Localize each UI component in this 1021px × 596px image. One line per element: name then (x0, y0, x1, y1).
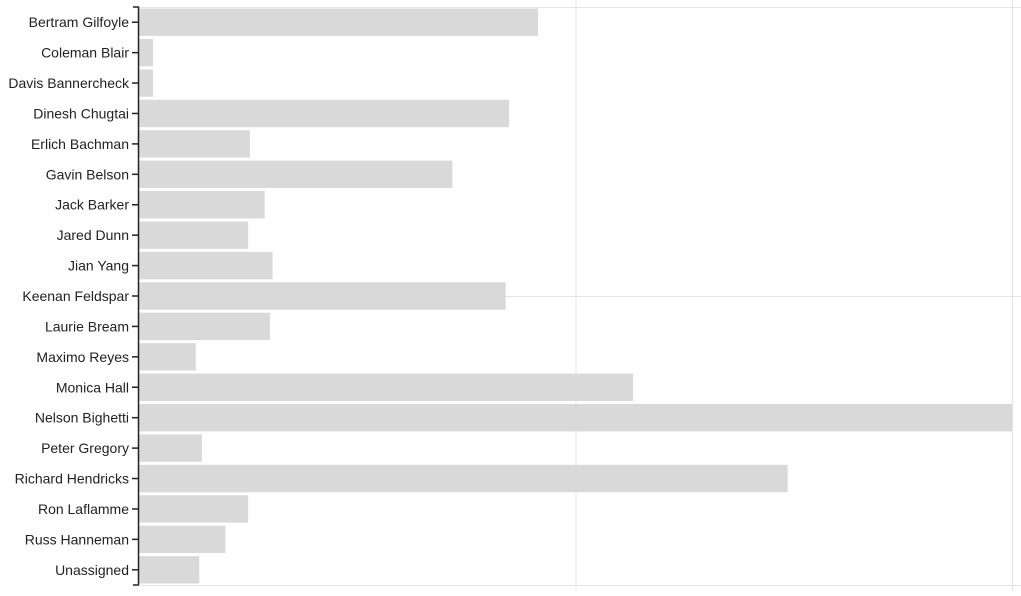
y-tick-label: Bertram Gilfoyle (29, 14, 130, 30)
bar-russ-hanneman (139, 525, 226, 554)
bar-laurie-bream (139, 312, 270, 341)
bar-nelson-bighetti (139, 403, 1012, 432)
bar-dinesh-chugtai (139, 99, 510, 128)
y-tick-label: Coleman Blair (41, 45, 129, 61)
y-tick-label: Keenan Feldspar (22, 288, 129, 304)
bar-keenan-feldspar (139, 282, 506, 310)
bar-jian-yang (139, 251, 273, 280)
bar-coleman-blair (139, 38, 153, 67)
bar-peter-gregory (139, 434, 202, 462)
bar-davis-bannercheck (139, 69, 153, 97)
bar-erlich-bachman (139, 130, 250, 158)
y-tick-label: Unassigned (55, 562, 129, 578)
y-tick-label: Monica Hall (56, 379, 129, 395)
bar-maximo-reyes (139, 343, 196, 371)
y-tick-label: Dinesh Chugtai (33, 105, 129, 121)
y-tick-label: Richard Hendricks (15, 471, 129, 487)
y-tick-label: Russ Hanneman (25, 531, 129, 547)
bar-richard-hendricks (139, 464, 788, 493)
bar-gavin-belson (139, 160, 453, 189)
y-tick-label: Nelson Bighetti (35, 410, 129, 426)
bar-monica-hall (139, 373, 634, 401)
bar-chart: Bertram Gilfoyle Coleman Blair Davis Banne… (8, 0, 1021, 591)
bar-bertram-gilfoyle (139, 8, 538, 36)
bar-ron-laflamme (139, 495, 249, 523)
bar-jared-dunn (139, 221, 249, 249)
y-tick-label: Jack Barker (55, 197, 129, 213)
y-tick-label: Jared Dunn (57, 227, 129, 243)
y-tick-label: Ron Laflamme (38, 501, 129, 517)
y-tick-label: Maximo Reyes (36, 349, 129, 365)
y-tick-label: Laurie Bream (45, 318, 129, 334)
bar-unassigned (139, 556, 200, 584)
y-tick-label: Peter Gregory (41, 440, 129, 456)
y-tick-label: Davis Bannercheck (8, 75, 130, 91)
y-tick-label: Erlich Bachman (31, 136, 129, 152)
y-tick-label: Jian Yang (68, 258, 129, 274)
y-tick-label: Gavin Belson (46, 166, 129, 182)
bar-jack-barker (139, 191, 265, 219)
